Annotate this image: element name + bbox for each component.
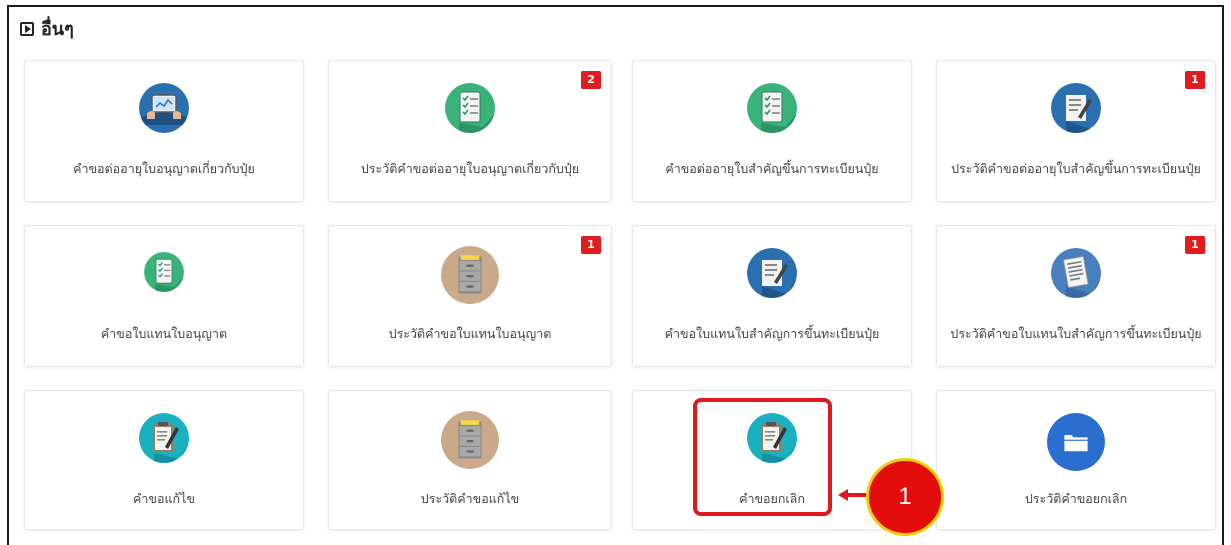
card-renew-license[interactable]: คำขอต่ออายุใบอนุญาตเกี่ยวกับปุ๋ย <box>24 60 304 202</box>
play-square-icon <box>20 21 34 36</box>
checklist-icon <box>144 252 184 292</box>
card-history-renew-registration[interactable]: 1 ประวัติคำขอต่ออายุใบสำคัญขึ้นการทะเบีย… <box>936 60 1216 202</box>
section-header: อื่นๆ <box>20 14 74 43</box>
file-cabinet-icon <box>441 411 499 469</box>
count-badge: 1 <box>581 236 601 254</box>
document-lines-icon <box>1051 248 1101 298</box>
card-label: ประวัติคำขอต่ออายุใบสำคัญขึ้นการทะเบียนป… <box>951 161 1201 176</box>
card-history-edit-request[interactable]: ประวัติคำขอแก้ไข <box>328 390 612 530</box>
document-pen-icon <box>1051 83 1101 133</box>
folder-icon <box>1047 413 1105 471</box>
card-replacement-license[interactable]: คำขอใบแทนใบอนุญาต <box>24 225 304 367</box>
card-history-renew-license[interactable]: 2 ประวัติคำขอต่ออายุใบอนุญาตเกี่ยวกับปุ๋… <box>328 60 612 202</box>
clipboard-pen-icon <box>139 413 189 463</box>
card-label: คำขอต่ออายุใบอนุญาตเกี่ยวกับปุ๋ย <box>73 161 255 176</box>
card-label: ประวัติคำขอใบแทนใบสำคัญการขึ้นทะเบียนปุ๋… <box>950 326 1202 341</box>
callout-number: 1 <box>866 458 944 536</box>
card-history-replacement-license[interactable]: 1 ประวัติคำขอใบแทนใบอนุญาต <box>328 225 612 367</box>
section-title: อื่นๆ <box>41 19 74 40</box>
card-renew-registration[interactable]: คำขอต่ออายุใบสำคัญขึ้นการทะเบียนปุ๋ย <box>632 60 912 202</box>
count-badge: 2 <box>581 71 601 89</box>
file-cabinet-icon <box>441 246 499 304</box>
document-pen-icon <box>747 248 797 298</box>
count-badge: 1 <box>1185 71 1205 89</box>
card-label: คำขอต่ออายุใบสำคัญขึ้นการทะเบียนปุ๋ย <box>665 161 879 176</box>
card-label: คำขอแก้ไข <box>133 491 195 506</box>
tablet-hands-icon <box>139 83 189 133</box>
card-label: คำขอใบแทนใบอนุญาต <box>100 326 228 341</box>
callout-arrow-icon <box>838 489 868 501</box>
card-label: ประวัติคำขอต่ออายุใบอนุญาตเกี่ยวกับปุ๋ย <box>360 161 580 176</box>
card-label: ประวัติคำขอยกเลิก <box>1024 491 1128 506</box>
card-label: ประวัติคำขอใบแทนใบอนุญาต <box>388 326 552 341</box>
card-history-cancel-request[interactable]: ประวัติคำขอยกเลิก <box>936 390 1216 530</box>
highlight-box <box>693 398 832 516</box>
card-edit-request[interactable]: คำขอแก้ไข <box>24 390 304 530</box>
checklist-icon <box>445 83 495 133</box>
card-replacement-registration[interactable]: คำขอใบแทนใบสำคัญการขึ้นทะเบียนปุ๋ย <box>632 225 912 367</box>
card-label: คำขอใบแทนใบสำคัญการขึ้นทะเบียนปุ๋ย <box>664 326 880 341</box>
checklist-icon <box>747 83 797 133</box>
card-label: ประวัติคำขอแก้ไข <box>420 491 520 506</box>
count-badge: 1 <box>1185 236 1205 254</box>
card-history-replacement-registration[interactable]: 1 ประวัติคำขอใบแทนใบสำคัญการขึ้นทะเบียนป… <box>936 225 1216 367</box>
